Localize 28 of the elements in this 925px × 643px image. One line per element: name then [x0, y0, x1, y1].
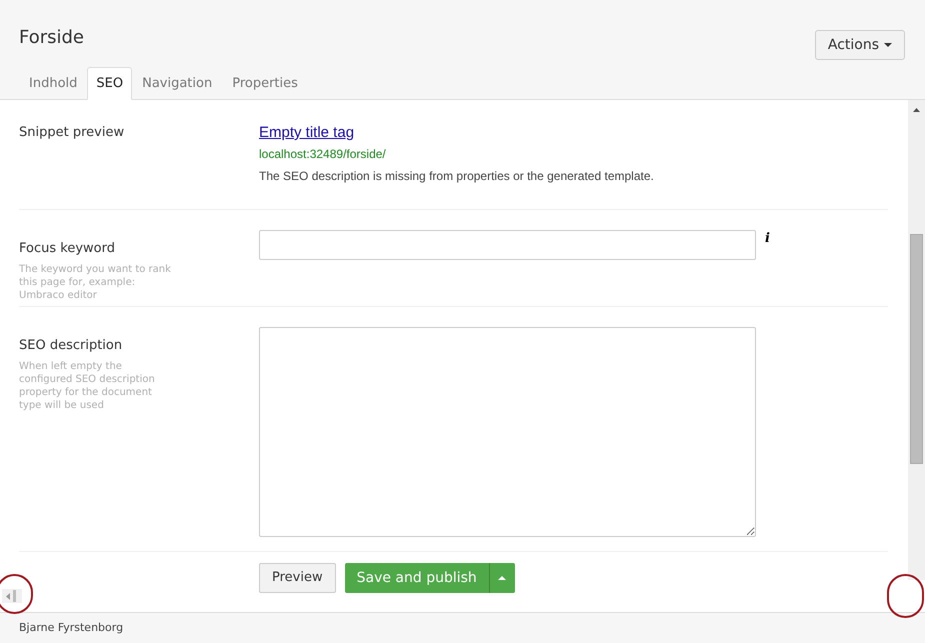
info-icon: i — [765, 230, 770, 306]
field-label: Focus keyword — [19, 240, 116, 258]
more-options-button[interactable] — [490, 563, 515, 593]
caret-icon — [884, 43, 892, 47]
scroll-up-icon[interactable] — [913, 108, 920, 112]
vertical-scrollbar[interactable] — [908, 100, 925, 580]
scroll-left-icon[interactable] — [6, 592, 10, 600]
help-text: The keyword you want to rank this page for, example: Umbraco editor — [19, 262, 172, 302]
tab[interactable]: Indhold — [19, 67, 88, 100]
description-text: The SEO description is missing from properties or the generated template. — [259, 168, 654, 185]
field-label: SEO description — [19, 337, 124, 355]
focus-keyword-field[interactable] — [259, 230, 756, 260]
tab[interactable]: SEO — [87, 67, 132, 100]
field-label: Snippet preview — [19, 124, 126, 142]
preview-button[interactable]: Preview — [259, 563, 336, 593]
horizontal-scrollbar[interactable] — [2, 589, 22, 603]
tab[interactable]: Navigation — [132, 67, 222, 100]
caret-up-icon — [498, 576, 506, 580]
user-name: Bjarne Fyrstenborg — [19, 620, 124, 636]
scrollbar-thumb[interactable] — [910, 234, 923, 464]
scrollbar-thumb[interactable] — [13, 590, 16, 602]
page-title: Forside — [19, 26, 84, 50]
tab[interactable]: Properties — [222, 67, 308, 100]
actions-button[interactable]: Actions — [814, 30, 905, 60]
url-text: localhost:32489/forside/ — [259, 146, 387, 163]
title-link[interactable]: Empty title tag — [259, 123, 654, 143]
seo-description-field[interactable] — [259, 327, 756, 537]
help-text: When left empty the configured SEO description property for the document type will be used — [19, 360, 156, 412]
